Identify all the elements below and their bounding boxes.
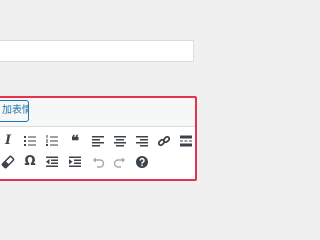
help-button[interactable] <box>134 152 150 172</box>
italic-button[interactable]: I <box>0 131 16 151</box>
editor-content-area-edge <box>0 183 200 200</box>
numbered-list-button[interactable] <box>44 131 60 151</box>
redo-icon <box>113 157 126 168</box>
link-icon <box>157 135 171 147</box>
undo-icon <box>92 157 105 168</box>
blockquote-icon: ❝ <box>70 132 80 150</box>
add-emoticon-button[interactable]: 加表情 <box>0 100 29 122</box>
help-icon <box>136 156 148 168</box>
outdent-icon <box>46 156 58 167</box>
clear-formatting-button[interactable] <box>0 152 16 172</box>
italic-icon: I <box>4 133 12 148</box>
align-right-button[interactable] <box>134 131 150 151</box>
title-input[interactable] <box>0 40 194 62</box>
indent-icon <box>69 156 81 167</box>
toolbar-row-1: I ❝ <box>0 131 197 151</box>
read-more-icon <box>180 135 192 147</box>
align-right-icon <box>136 136 148 147</box>
indent-button[interactable] <box>67 152 83 172</box>
numbered-list-icon <box>46 135 58 146</box>
insert-link-button[interactable] <box>156 131 172 151</box>
align-left-icon <box>92 136 104 147</box>
align-center-icon <box>114 136 126 147</box>
omega-icon: Ω <box>24 154 36 169</box>
special-character-button[interactable]: Ω <box>22 152 38 172</box>
toolbar-row-2: Ω <box>0 152 197 172</box>
eraser-icon <box>1 155 15 169</box>
redo-button[interactable] <box>112 152 128 172</box>
insert-more-button[interactable] <box>178 131 194 151</box>
undo-button[interactable] <box>90 152 106 172</box>
blockquote-button[interactable]: ❝ <box>67 131 83 151</box>
align-center-button[interactable] <box>112 131 128 151</box>
bullet-list-icon <box>24 136 36 146</box>
align-left-button[interactable] <box>90 131 106 151</box>
bullet-list-button[interactable] <box>22 131 38 151</box>
outdent-button[interactable] <box>44 152 60 172</box>
